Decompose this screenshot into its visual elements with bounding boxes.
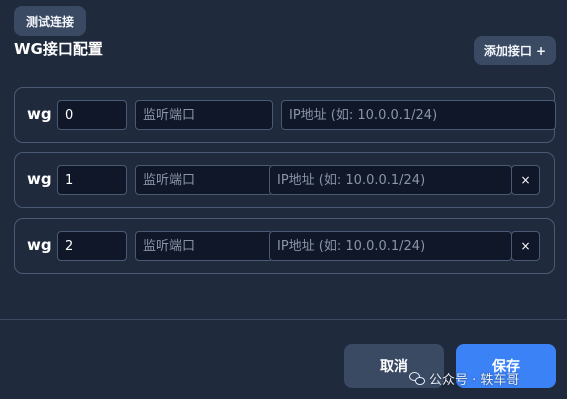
wechat-icon xyxy=(409,371,425,386)
ip-address-input[interactable] xyxy=(269,165,512,195)
ip-address-input[interactable] xyxy=(269,231,512,261)
interface-name-input[interactable] xyxy=(57,100,127,130)
interface-row-wg2: wg × xyxy=(14,218,555,274)
delete-interface-button[interactable]: × xyxy=(511,165,540,195)
interface-prefix: wg xyxy=(27,105,52,123)
listen-port-input[interactable] xyxy=(135,165,273,195)
watermark-text: 公众号 · 轶车哥 xyxy=(429,373,520,388)
add-interface-button[interactable]: 添加接口 + xyxy=(474,36,556,65)
test-connection-button[interactable]: 测试连接 xyxy=(14,6,86,36)
watermark: 公众号 · 轶车哥 xyxy=(409,369,519,388)
close-icon: × xyxy=(520,173,531,187)
close-icon: × xyxy=(520,239,531,253)
interface-row-wg1: wg × xyxy=(14,152,555,208)
interface-row-wg0: wg xyxy=(14,87,556,143)
section-title: WG接口配置 xyxy=(14,40,103,58)
ip-address-input[interactable] xyxy=(281,100,556,130)
footer-divider xyxy=(0,319,567,320)
interface-prefix: wg xyxy=(27,170,52,188)
delete-interface-button[interactable]: × xyxy=(511,231,540,261)
interface-prefix: wg xyxy=(27,236,52,254)
listen-port-input[interactable] xyxy=(135,231,273,261)
listen-port-input[interactable] xyxy=(135,100,273,130)
interface-name-input[interactable] xyxy=(57,231,127,261)
interface-name-input[interactable] xyxy=(57,165,127,195)
